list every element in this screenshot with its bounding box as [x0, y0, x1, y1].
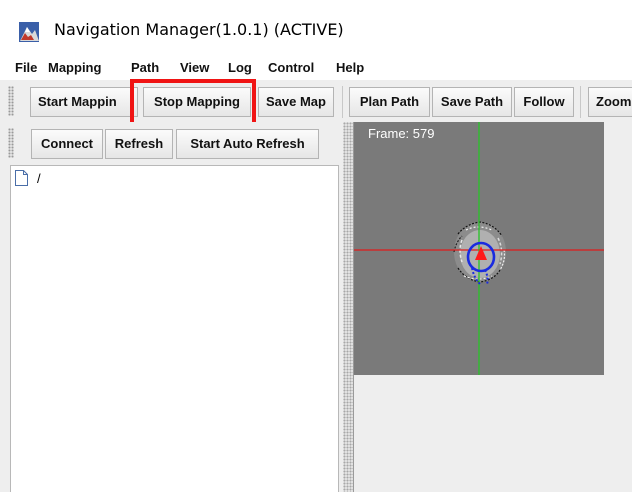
- menu-control[interactable]: Control: [268, 60, 314, 75]
- file-tree[interactable]: /: [10, 165, 339, 492]
- menu-path[interactable]: Path: [131, 60, 159, 75]
- toolbar-separator: [580, 86, 581, 118]
- title-bar: Navigation Manager(1.0.1) (ACTIVE): [0, 0, 632, 56]
- main-toolbar: Start Mappin Stop Mapping Save Map Plan …: [0, 80, 632, 123]
- menu-log[interactable]: Log: [228, 60, 252, 75]
- save-map-button[interactable]: Save Map: [258, 87, 334, 117]
- app-icon: [19, 22, 39, 42]
- file-icon: [15, 170, 28, 186]
- application-window: Navigation Manager(1.0.1) (ACTIVE) File …: [0, 0, 632, 492]
- start-mapping-button[interactable]: Start Mappin: [30, 87, 138, 117]
- window-title: Navigation Manager(1.0.1) (ACTIVE): [54, 20, 344, 39]
- follow-button[interactable]: Follow: [514, 87, 574, 117]
- tree-root-label: /: [37, 171, 41, 186]
- menu-view[interactable]: View: [180, 60, 209, 75]
- menu-bar: File Mapping Path View Log Control Help: [0, 56, 632, 80]
- map-panel: Frame: 579: [353, 122, 632, 492]
- file-browser-panel: Connect Refresh Start Auto Refresh /: [0, 122, 343, 492]
- menu-file[interactable]: File: [15, 60, 37, 75]
- plan-path-button[interactable]: Plan Path: [349, 87, 430, 117]
- split-pane-divider[interactable]: [343, 122, 353, 492]
- connection-toolbar: Connect Refresh Start Auto Refresh: [0, 122, 343, 164]
- map-canvas: [354, 122, 604, 375]
- stop-mapping-button[interactable]: Stop Mapping: [143, 87, 251, 117]
- toolbar-separator: [342, 86, 343, 118]
- save-path-button[interactable]: Save Path: [432, 87, 512, 117]
- toolbar-grip[interactable]: [8, 86, 14, 116]
- frame-counter: Frame: 579: [368, 126, 435, 141]
- start-auto-refresh-button[interactable]: Start Auto Refresh: [176, 129, 319, 159]
- zoom-button[interactable]: Zoom: [588, 87, 632, 117]
- map-view[interactable]: Frame: 579: [354, 122, 604, 375]
- menu-help[interactable]: Help: [336, 60, 364, 75]
- toolbar-grip[interactable]: [8, 128, 14, 158]
- menu-mapping[interactable]: Mapping: [48, 60, 101, 75]
- refresh-button[interactable]: Refresh: [105, 129, 173, 159]
- connect-button[interactable]: Connect: [31, 129, 103, 159]
